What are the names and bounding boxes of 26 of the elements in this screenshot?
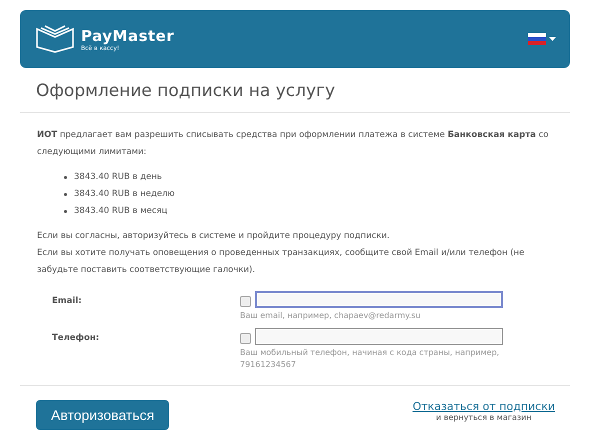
bullet-icon [64, 193, 67, 196]
limit-item: 3843.40 RUB в неделю [74, 188, 175, 201]
field-hint: Ваш email, например, chapaev@redarmy.su [240, 310, 422, 322]
field-hint: Ваш мобильный телефон, начиная с кода страны, например, 79161234567 [240, 347, 500, 371]
field-label: Телефон: [52, 332, 100, 345]
flag-icon [528, 33, 546, 45]
language-selector[interactable] [528, 33, 556, 45]
checkbox[interactable] [240, 296, 251, 307]
note-text: Если вы согласны, авторизуйтесь в системе и пройдите процедуру подписки. [37, 230, 391, 243]
bullet-icon [64, 210, 67, 213]
cancel-link[interactable]: Отказаться от подписки [412, 400, 555, 413]
field-label: Email: [52, 295, 83, 308]
book-logo-icon [35, 25, 75, 53]
input-field[interactable] [255, 328, 503, 345]
brand-name: PayMaster [81, 26, 174, 44]
limit-item: 3843.40 RUB в месяц [74, 205, 168, 218]
note-text: Если вы хотите получать оповещения о проведенных транзакциях, сообщите свой Email и/или телефон (не забудьте поставить соответствующие галочки). [37, 247, 526, 277]
bullet-icon [64, 176, 67, 179]
checkbox[interactable] [240, 333, 251, 344]
input-field[interactable] [255, 291, 503, 308]
page-title: Оформление подписки на услугу [20, 68, 570, 113]
caret-icon [549, 37, 556, 41]
intro-text: ИОТ предлагает вам разрешить списывать средства при оформлении платежа в системе Банковская карта со следующими лимитами: [37, 129, 550, 159]
authorize-button[interactable]: Авторизоваться [36, 400, 170, 430]
cancel-note: и вернуться в магазин [436, 413, 532, 422]
limit-item: 3843.40 RUB в день [74, 171, 162, 184]
